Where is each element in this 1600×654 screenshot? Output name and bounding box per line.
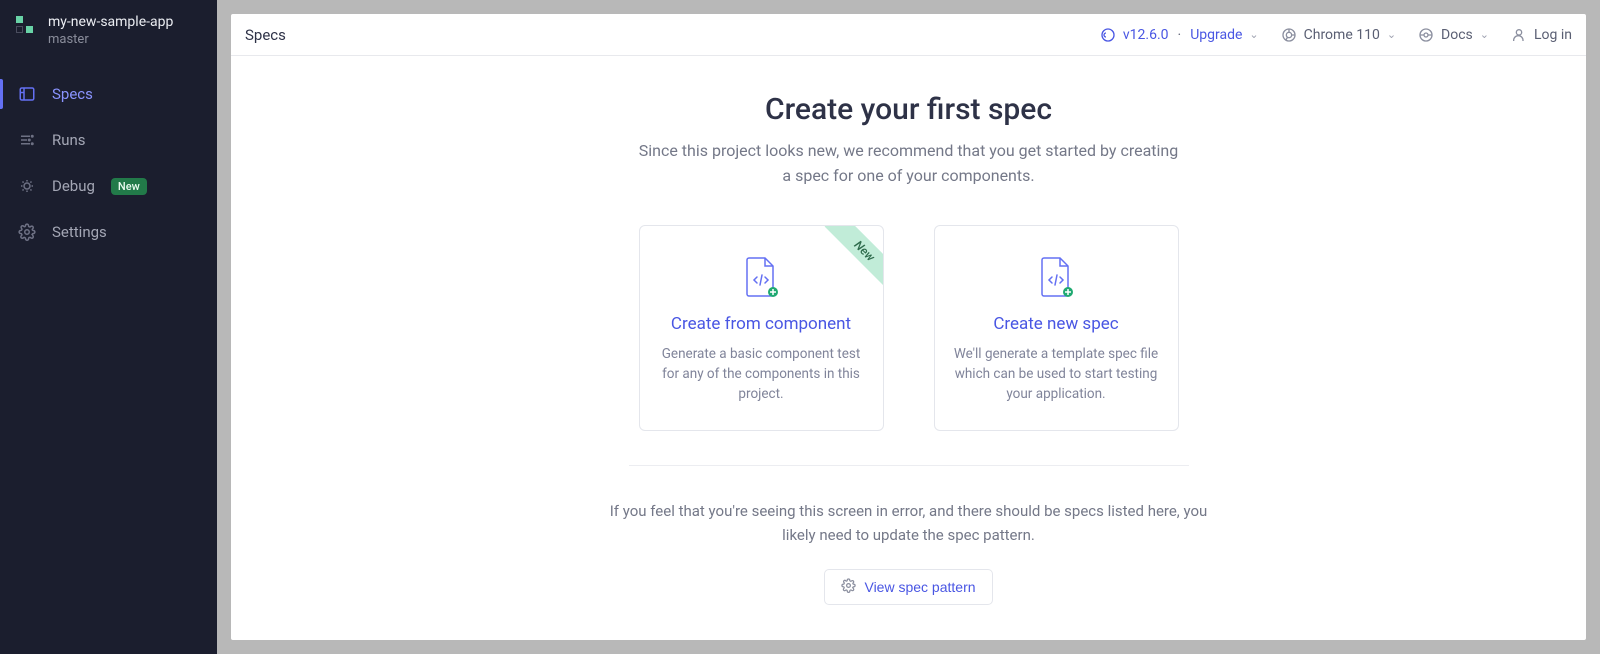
sidebar-item-runs[interactable]: Runs [0,117,217,163]
upgrade-label: Upgrade [1190,27,1242,43]
footer-note: If you feel that you're seeing this scre… [599,500,1219,605]
browser-dropdown[interactable]: Chrome 110 ⌄ [1281,27,1396,43]
footer-text: If you feel that you're seeing this scre… [599,500,1219,547]
hero-title: Create your first spec [549,92,1269,127]
new-badge: New [111,178,147,195]
user-icon [1511,27,1527,43]
docs-dropdown[interactable]: Docs ⌄ [1418,27,1489,43]
cypress-icon [1100,27,1116,43]
specs-icon [18,85,36,103]
project-logo-icon [16,16,34,34]
sidebar: my-new-sample-app master Specs Runs Debu… [0,0,217,654]
sidebar-item-specs[interactable]: Specs [0,71,217,117]
card-desc: Generate a basic component test for any … [658,344,865,405]
runs-icon [18,131,36,149]
debug-icon [18,177,36,195]
button-label: View spec pattern [864,579,975,595]
chevron-down-icon: ⌄ [1249,28,1258,41]
project-header[interactable]: my-new-sample-app master [0,8,217,65]
project-branch: master [48,32,173,47]
docs-label: Docs [1441,27,1473,43]
divider [629,465,1189,466]
component-spec-icon [743,256,779,298]
docs-icon [1418,27,1434,43]
new-ribbon: New [825,225,884,291]
chevron-down-icon: ⌄ [1387,28,1396,41]
topbar: Specs v12.6.0 · Upgrade ⌄ Chrome 110 [231,14,1586,56]
main-panel: Specs v12.6.0 · Upgrade ⌄ Chrome 110 [231,14,1586,640]
sidebar-item-label: Settings [52,223,107,241]
view-spec-pattern-button[interactable]: View spec pattern [824,569,992,605]
sidebar-item-debug[interactable]: Debug New [0,163,217,209]
chevron-down-icon: ⌄ [1480,28,1489,41]
browser-label: Chrome 110 [1304,27,1380,43]
main-wrapper: Specs v12.6.0 · Upgrade ⌄ Chrome 110 [217,0,1600,654]
login-label: Log in [1534,27,1572,43]
version-dropdown[interactable]: v12.6.0 · Upgrade ⌄ [1100,27,1259,43]
sidebar-item-label: Debug [52,177,95,195]
sidebar-item-label: Specs [52,85,93,103]
project-name: my-new-sample-app [48,14,173,30]
sidebar-item-settings[interactable]: Settings [0,209,217,255]
version-label: v12.6.0 [1123,27,1169,43]
card-create-new-spec[interactable]: Create new spec We'll generate a templat… [934,225,1179,432]
login-button[interactable]: Log in [1511,27,1572,43]
new-spec-icon [1038,256,1074,298]
gear-icon [841,578,856,596]
content: Create your first spec Since this projec… [231,56,1586,640]
gear-icon [18,223,36,241]
cards-row: New Create from component Generate a bas… [251,225,1566,432]
sidebar-item-label: Runs [52,131,86,149]
page-title: Specs [245,26,286,44]
card-title: Create from component [658,314,865,334]
card-desc: We'll generate a template spec file whic… [953,344,1160,405]
sidebar-nav: Specs Runs Debug New Settings [0,71,217,255]
hero-subtitle: Since this project looks new, we recomme… [639,139,1179,189]
chrome-icon [1281,27,1297,43]
hero: Create your first spec Since this projec… [549,92,1269,189]
card-create-from-component[interactable]: New Create from component Generate a bas… [639,225,884,432]
card-title: Create new spec [953,314,1160,334]
